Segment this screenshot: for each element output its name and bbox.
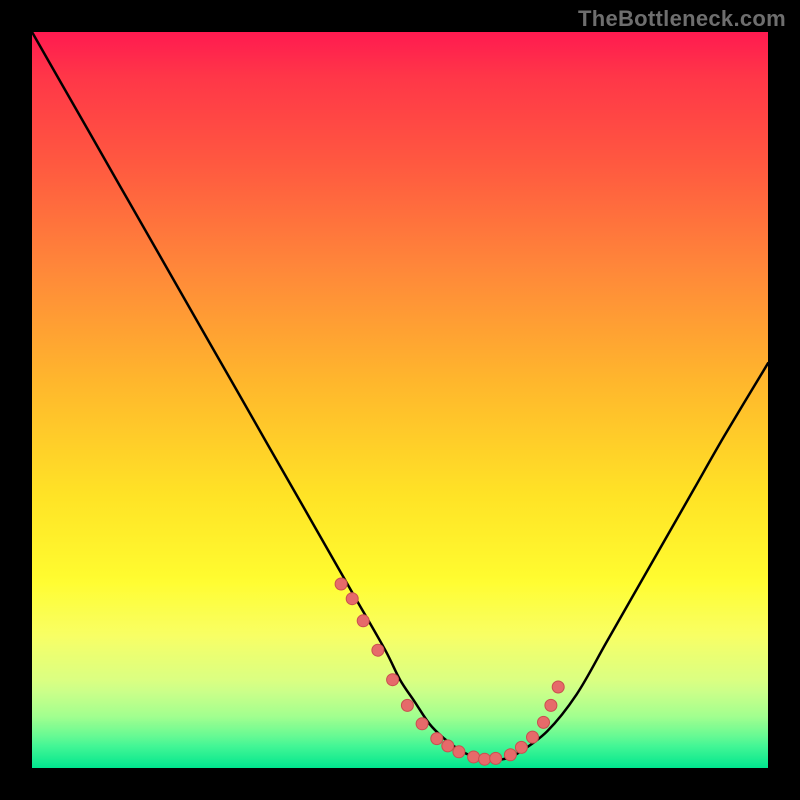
dot	[515, 741, 527, 753]
dot	[387, 674, 399, 686]
dot	[442, 740, 454, 752]
sweet-zone-dots	[335, 578, 564, 765]
dot	[527, 731, 539, 743]
plot-area	[32, 32, 768, 768]
dot	[335, 578, 347, 590]
watermark-text: TheBottleneck.com	[578, 6, 786, 32]
dot	[545, 699, 557, 711]
dot	[357, 615, 369, 627]
dot	[372, 644, 384, 656]
chart-svg	[32, 32, 768, 768]
dot	[504, 749, 516, 761]
dot	[552, 681, 564, 693]
dot	[431, 733, 443, 745]
dot	[479, 753, 491, 765]
dot	[401, 699, 413, 711]
dot	[490, 752, 502, 764]
dot	[453, 746, 465, 758]
bottleneck-curve	[32, 32, 768, 761]
dot	[416, 718, 428, 730]
outer-frame: TheBottleneck.com	[0, 0, 800, 800]
dot	[468, 751, 480, 763]
dot	[346, 593, 358, 605]
dot	[538, 716, 550, 728]
